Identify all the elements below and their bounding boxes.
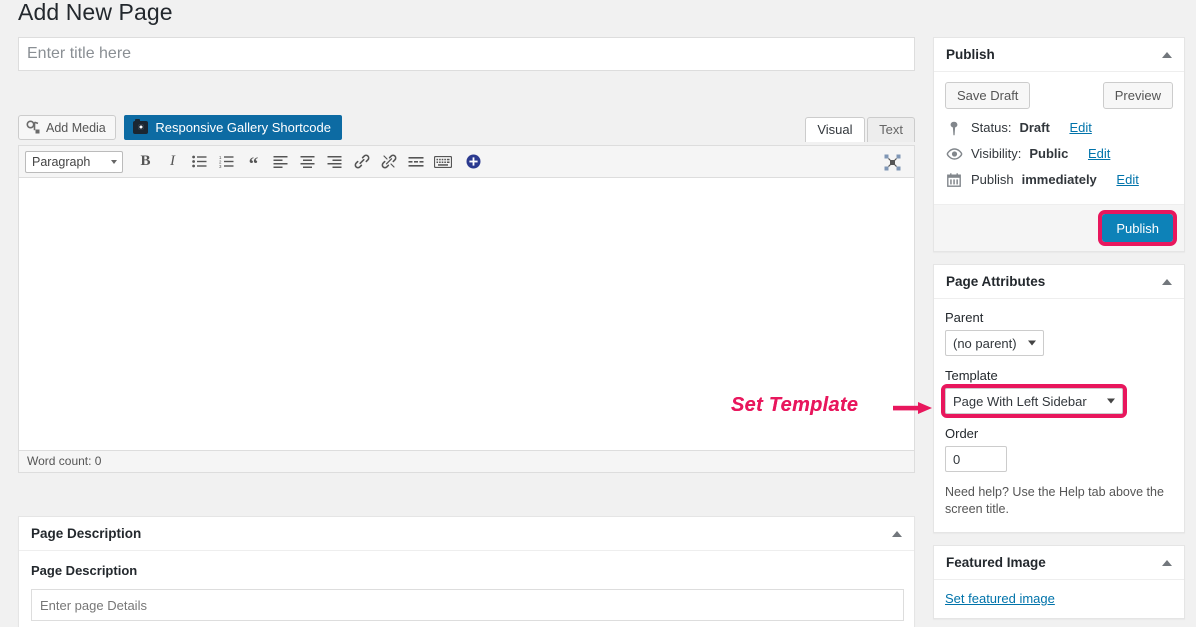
chevron-up-icon[interactable] [1162,51,1172,58]
edit-status-link[interactable]: Edit [1069,118,1091,138]
paragraph-format-value: Paragraph [32,154,91,169]
page-attributes-panel: Page Attributes Parent (no parent) Templ… [933,264,1185,533]
responsive-gallery-shortcode-label: Responsive Gallery Shortcode [155,120,331,135]
keyboard-shortcuts-icon[interactable] [430,150,455,174]
publish-panel-footer: Publish [934,204,1184,251]
word-count-status: Word count: 0 [19,450,914,472]
page-description-panel: Page Description Page Description [18,516,915,627]
pin-icon [945,119,963,137]
order-input[interactable] [945,446,1007,472]
edit-schedule-link[interactable]: Edit [1116,170,1138,190]
toolbar-toggle-icon[interactable] [461,150,486,174]
page-description-field-label: Page Description [31,563,138,578]
eye-icon [945,145,963,163]
chevron-down-icon [1027,340,1036,346]
page-attributes-panel-body: Parent (no parent) Template Page With Le… [934,299,1184,532]
italic-icon[interactable]: I [160,150,185,174]
chevron-up-icon[interactable] [892,530,902,537]
template-select-value: Page With Left Sidebar [953,393,1087,409]
page-description-panel-title: Page Description [31,526,142,541]
schedule-row: Publish immediately Edit [945,170,1173,190]
wysiwyg-editor: Paragraph B I 1 2 3 “ Word count: 0 [18,145,915,473]
featured-image-panel-title: Featured Image [946,555,1046,570]
schedule-value: immediately [1021,172,1097,187]
visibility-row: Visibility: Public Edit [945,144,1173,164]
chevron-up-icon[interactable] [1162,278,1172,285]
bulleted-list-icon[interactable] [187,150,212,174]
sidebar: Publish Save Draft Preview Status: Draft… [933,37,1185,627]
publish-panel-body: Save Draft Preview Status: Draft Edit Vi… [934,72,1184,204]
remove-link-icon[interactable] [376,150,401,174]
post-title-input[interactable] [18,37,915,71]
featured-image-panel: Featured Image Set featured image [933,545,1185,619]
preview-button[interactable]: Preview [1102,82,1173,109]
template-label: Template [945,368,998,383]
media-button-row: Add Media Responsive Gallery Shortcode V… [18,115,915,145]
chevron-down-icon [1107,398,1115,404]
schedule-prefix: Publish [971,172,1014,187]
featured-image-panel-header[interactable]: Featured Image [934,546,1184,580]
svg-text:3: 3 [219,164,222,168]
publish-button[interactable]: Publish [1098,210,1177,246]
visibility-value: Public [1029,146,1069,161]
parent-select-value: (no parent) [953,335,1017,351]
insert-link-icon[interactable] [349,150,374,174]
page-root: Add New Page Add Media Responsive Galler… [0,0,1196,627]
numbered-list-icon[interactable]: 1 2 3 [214,150,239,174]
add-media-icon [26,120,41,135]
publish-panel-header[interactable]: Publish [934,38,1184,72]
chevron-down-icon [111,159,117,164]
order-label: Order [945,426,979,441]
set-featured-image-link[interactable]: Set featured image [945,591,1055,606]
editor-toolbar: Paragraph B I 1 2 3 “ [19,146,914,178]
editor-mode-tabs: Visual Text [805,117,915,142]
save-draft-button[interactable]: Save Draft [945,82,1031,109]
publish-panel-title: Publish [946,47,995,62]
status-row: Status: Draft Edit [945,118,1173,138]
add-media-button[interactable]: Add Media [18,115,116,140]
visibility-prefix: Visibility: [971,146,1022,161]
page-description-panel-header[interactable]: Page Description [19,517,914,551]
parent-label: Parent [945,310,984,325]
read-more-icon[interactable] [403,150,428,174]
responsive-gallery-shortcode-button[interactable]: Responsive Gallery Shortcode [124,115,342,140]
bold-icon[interactable]: B [133,150,158,174]
page-attributes-help-text: Need help? Use the Help tab above the sc… [945,485,1164,516]
align-right-icon[interactable] [322,150,347,174]
page-attributes-panel-title: Page Attributes [946,274,1046,289]
edit-visibility-link[interactable]: Edit [1088,144,1110,164]
page-description-panel-body: Page Description [19,551,914,627]
paragraph-format-select[interactable]: Paragraph [25,150,123,173]
calendar-icon [945,171,963,189]
align-center-icon[interactable] [295,150,320,174]
page-attributes-panel-header[interactable]: Page Attributes [934,265,1184,299]
add-media-label: Add Media [46,120,106,135]
status-prefix: Status: [971,120,1012,135]
parent-select[interactable]: (no parent) [945,330,1044,356]
tab-visual[interactable]: Visual [805,117,865,142]
blockquote-icon[interactable]: “ [241,150,266,174]
publish-panel: Publish Save Draft Preview Status: Draft… [933,37,1185,252]
annotation-arrow-icon [893,402,932,414]
tab-text[interactable]: Text [867,117,915,142]
featured-image-panel-body: Set featured image [934,580,1184,618]
publish-action-buttons: Save Draft Preview [945,82,1173,109]
distraction-free-icon[interactable] [880,150,905,174]
align-left-icon[interactable] [268,150,293,174]
page-description-input[interactable] [31,589,904,621]
camera-icon [133,119,149,134]
page-title: Add New Page [18,0,173,25]
status-value: Draft [1019,120,1050,135]
annotation-set-template-label: Set Template [731,394,859,416]
chevron-up-icon[interactable] [1162,559,1172,566]
template-select[interactable]: Page With Left Sidebar [941,384,1127,418]
